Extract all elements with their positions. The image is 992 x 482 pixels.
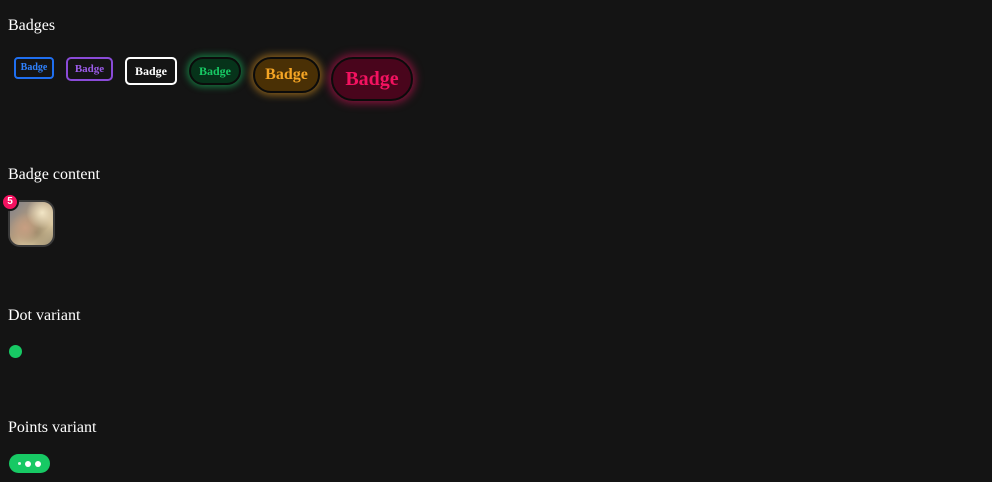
section-title-badges: Badges <box>8 17 56 34</box>
section-title-dot-variant: Dot variant <box>8 307 81 324</box>
badge-pink-shadow: Badge <box>331 57 413 101</box>
notification-count-badge: 5 <box>1 193 19 211</box>
point-dot <box>25 460 31 467</box>
badge-green-shadow: Badge <box>189 57 241 85</box>
avatar-with-badge: 5 <box>1 193 55 247</box>
point-dot <box>35 460 41 467</box>
badge-purple-bordered: Badge <box>66 57 113 81</box>
badge-showcase-page: Badges Badge Badge Badge Badge Badge Bad… <box>0 0 992 482</box>
badge-blue-bordered: Badge <box>14 57 54 79</box>
section-title-points-variant: Points variant <box>8 419 97 436</box>
point-dot <box>18 462 21 465</box>
section-title-badge-content: Badge content <box>8 166 100 183</box>
status-dot-badge <box>9 345 22 358</box>
badge-white-bordered: Badge <box>125 57 177 85</box>
badge-orange-shadow: Badge <box>253 57 320 93</box>
points-badge <box>9 454 50 473</box>
